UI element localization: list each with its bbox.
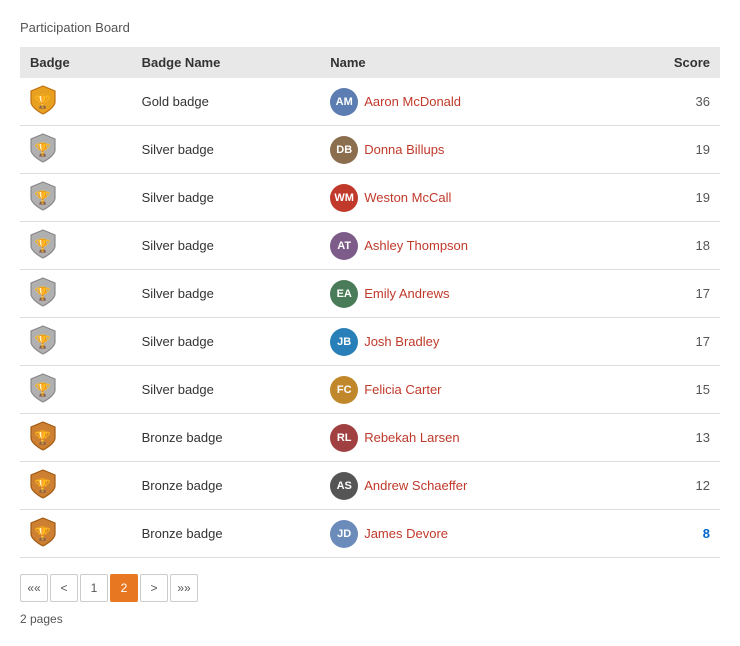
last-page-button[interactable]: »» (170, 574, 198, 602)
badge-cell: 🏆 (20, 222, 132, 270)
page-1-button[interactable]: 1 (80, 574, 108, 602)
svg-text:🏆: 🏆 (35, 142, 51, 157)
score-cell: 8 (615, 510, 720, 558)
col-header-badge: Badge (20, 47, 132, 78)
badge-name-cell: Bronze badge (132, 510, 321, 558)
badge-cell: 🏆 (20, 366, 132, 414)
avatar: AS (330, 472, 358, 500)
table-row: 🏆 Silver badge JB Josh Bradley 17 (20, 318, 720, 366)
score-cell: 15 (615, 366, 720, 414)
score-cell: 19 (615, 126, 720, 174)
svg-text:🏆: 🏆 (35, 526, 51, 541)
score-cell: 17 (615, 270, 720, 318)
badge-name-cell: Silver badge (132, 270, 321, 318)
avatar: RL (330, 424, 358, 452)
svg-text:🏆: 🏆 (35, 190, 51, 205)
badge-cell: 🏆 (20, 414, 132, 462)
badge-cell: 🏆 (20, 462, 132, 510)
name-cell: RL Rebekah Larsen (320, 414, 615, 462)
svg-text:🏆: 🏆 (35, 286, 51, 301)
avatar: AM (330, 88, 358, 116)
name-cell: WM Weston McCall (320, 174, 615, 222)
badge-cell: 🏆 (20, 318, 132, 366)
name-link[interactable]: James Devore (364, 526, 448, 541)
avatar: EA (330, 280, 358, 308)
name-cell: JD James Devore (320, 510, 615, 558)
name-cell: FC Felicia Carter (320, 366, 615, 414)
badge-cell: 🏆 (20, 126, 132, 174)
badge-name-cell: Silver badge (132, 222, 321, 270)
badge-name-cell: Silver badge (132, 366, 321, 414)
table-row: 🏆 Silver badge FC Felicia Carter 15 (20, 366, 720, 414)
score-cell: 19 (615, 174, 720, 222)
table-row: 🏆 Gold badge AM Aaron McDonald 36 (20, 78, 720, 126)
avatar: FC (330, 376, 358, 404)
first-page-button[interactable]: «« (20, 574, 48, 602)
svg-text:🏆: 🏆 (35, 334, 51, 349)
name-cell: AT Ashley Thompson (320, 222, 615, 270)
badge-cell: 🏆 (20, 174, 132, 222)
badge-cell: 🏆 (20, 270, 132, 318)
badge-cell: 🏆 (20, 78, 132, 126)
badge-cell: 🏆 (20, 510, 132, 558)
badge-name-cell: Silver badge (132, 318, 321, 366)
participation-table: Badge Badge Name Name Score 🏆 Gold badge… (20, 47, 720, 558)
name-link[interactable]: Rebekah Larsen (364, 430, 459, 445)
score-cell: 17 (615, 318, 720, 366)
name-link[interactable]: Ashley Thompson (364, 238, 468, 253)
badge-name-cell: Silver badge (132, 126, 321, 174)
name-cell: EA Emily Andrews (320, 270, 615, 318)
name-link[interactable]: Andrew Schaeffer (364, 478, 467, 493)
score-cell: 18 (615, 222, 720, 270)
page-2-button[interactable]: 2 (110, 574, 138, 602)
score-cell: 12 (615, 462, 720, 510)
table-row: 🏆 Bronze badge AS Andrew Schaeffer 12 (20, 462, 720, 510)
prev-page-button[interactable]: < (50, 574, 78, 602)
svg-text:🏆: 🏆 (35, 478, 51, 493)
name-cell: AM Aaron McDonald (320, 78, 615, 126)
name-link[interactable]: Donna Billups (364, 142, 444, 157)
badge-name-cell: Gold badge (132, 78, 321, 126)
col-header-badge-name: Badge Name (132, 47, 321, 78)
table-row: 🏆 Silver badge EA Emily Andrews 17 (20, 270, 720, 318)
pagination: «« < 1 2 > »» (20, 574, 720, 602)
avatar: AT (330, 232, 358, 260)
table-row: 🏆 Silver badge WM Weston McCall 19 (20, 174, 720, 222)
badge-name-cell: Bronze badge (132, 414, 321, 462)
svg-text:🏆: 🏆 (35, 382, 51, 397)
name-link[interactable]: Weston McCall (364, 190, 451, 205)
table-row: 🏆 Silver badge DB Donna Billups 19 (20, 126, 720, 174)
pages-info: 2 pages (20, 612, 720, 626)
next-page-button[interactable]: > (140, 574, 168, 602)
badge-name-cell: Silver badge (132, 174, 321, 222)
name-cell: DB Donna Billups (320, 126, 615, 174)
avatar: JB (330, 328, 358, 356)
score-cell: 36 (615, 78, 720, 126)
avatar: JD (330, 520, 358, 548)
col-header-score: Score (615, 47, 720, 78)
name-cell: AS Andrew Schaeffer (320, 462, 615, 510)
table-row: 🏆 Bronze badge JD James Devore 8 (20, 510, 720, 558)
svg-text:🏆: 🏆 (35, 238, 51, 253)
page-title: Participation Board (20, 20, 720, 35)
score-cell: 13 (615, 414, 720, 462)
name-cell: JB Josh Bradley (320, 318, 615, 366)
table-row: 🏆 Silver badge AT Ashley Thompson 18 (20, 222, 720, 270)
name-link[interactable]: Emily Andrews (364, 286, 449, 301)
col-header-name: Name (320, 47, 615, 78)
svg-text:🏆: 🏆 (35, 94, 51, 109)
avatar: DB (330, 136, 358, 164)
table-row: 🏆 Bronze badge RL Rebekah Larsen 13 (20, 414, 720, 462)
name-link[interactable]: Aaron McDonald (364, 94, 461, 109)
table-header-row: Badge Badge Name Name Score (20, 47, 720, 78)
svg-text:🏆: 🏆 (35, 430, 51, 445)
avatar: WM (330, 184, 358, 212)
name-link[interactable]: Josh Bradley (364, 334, 439, 349)
name-link[interactable]: Felicia Carter (364, 382, 441, 397)
badge-name-cell: Bronze badge (132, 462, 321, 510)
